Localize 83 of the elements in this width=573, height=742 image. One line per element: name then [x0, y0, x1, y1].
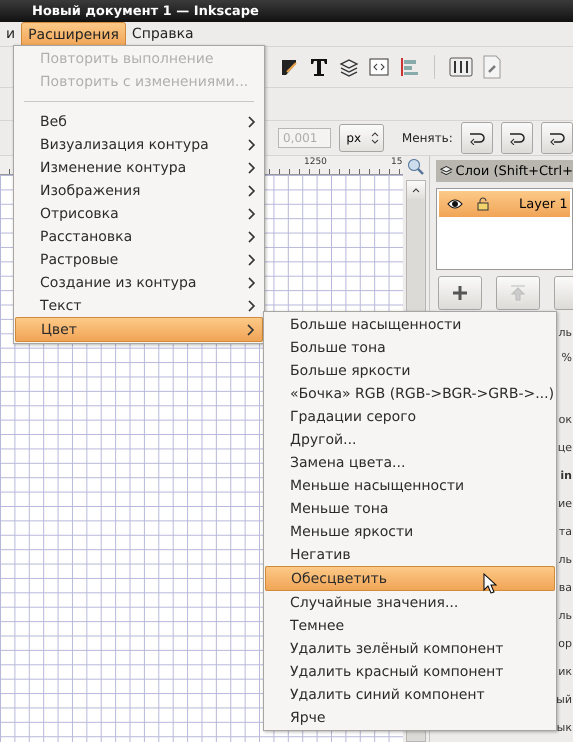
menu-item[interactable]: Градации серого: [265, 405, 555, 428]
menu-item[interactable]: Замена цвета...: [265, 451, 555, 474]
scale-toggle-button[interactable]: [540, 122, 573, 154]
submenu-item[interactable]: Отрисовка: [15, 202, 263, 225]
submenu-item[interactable]: Цвет: [15, 317, 263, 342]
panel-text-fragment: in: [560, 469, 572, 483]
panel-text-fragment: це: [558, 441, 572, 455]
scale-toggle-button[interactable]: [500, 122, 533, 154]
arrow-up-icon: [509, 284, 527, 302]
layer-name: Layer 1: [519, 196, 568, 212]
chevron-right-icon: [248, 162, 255, 174]
scale-arrow-icon: [508, 131, 526, 145]
panel-text-fragment: %: [562, 351, 572, 365]
add-layer-button[interactable]: [438, 276, 482, 310]
menu-item[interactable]: Удалить синий компонент: [265, 683, 555, 706]
panel-text-fragment: ык: [556, 721, 572, 735]
mouse-cursor-icon: [483, 573, 497, 594]
eye-icon[interactable]: [447, 199, 463, 209]
updown-icon: [371, 132, 380, 144]
scroll-up-button[interactable]: [407, 181, 425, 199]
ruler-label: 15: [390, 157, 402, 167]
submenu-item[interactable]: Веб: [15, 110, 263, 133]
menu-item[interactable]: Меньше тона: [265, 497, 555, 520]
text-tool-icon[interactable]: [308, 56, 330, 78]
menu-item[interactable]: Больше яркости: [265, 359, 555, 382]
panel-text-fragment: ва: [558, 581, 572, 595]
menu-item[interactable]: Случайные значения...: [265, 591, 555, 614]
panel-text-fragment: ик: [558, 665, 572, 679]
panel-text-fragment: ый: [556, 693, 572, 707]
panel-text-fragment: ок: [558, 413, 572, 427]
menu-item[interactable]: Меньше насыщенности: [265, 474, 555, 497]
menu-bar-item[interactable]: и: [0, 22, 22, 46]
align-icon[interactable]: [398, 56, 420, 78]
submenu-item[interactable]: Создание из контура: [15, 271, 263, 294]
plus-icon: [452, 285, 468, 301]
menu-item[interactable]: Удалить красный компонент: [265, 660, 555, 683]
menu-item[interactable]: «Бочка» RGB (RGB->BGR->GRB->...): [265, 382, 555, 405]
layer-row[interactable]: Layer 1: [439, 191, 570, 217]
menu-item[interactable]: Другой...: [265, 428, 555, 451]
panel-text-fragment: ль: [558, 326, 572, 340]
ruler-label: 1250: [303, 157, 327, 167]
menu-item[interactable]: Темнее: [265, 614, 555, 637]
caret-up-icon: [412, 188, 420, 192]
panel-text-fragment: ор: [558, 637, 572, 651]
chevron-right-icon: [248, 276, 255, 288]
chevron-right-icon: [247, 324, 254, 336]
zoom-icon[interactable]: [407, 158, 425, 176]
panel-text-fragment: ль: [558, 609, 572, 623]
submenu-item[interactable]: Растровые: [15, 248, 263, 271]
unit-dropdown[interactable]: px: [339, 124, 384, 152]
lock-icon[interactable]: [477, 197, 489, 211]
submenu-item[interactable]: Визуализация контура: [15, 133, 263, 156]
chevron-right-icon: [248, 184, 255, 196]
layers-icon: [440, 165, 453, 177]
menu-item[interactable]: Негатив: [265, 543, 555, 566]
panel-text-fragment: та: [558, 525, 572, 539]
chevron-right-icon: [248, 230, 255, 242]
chevron-right-icon: [248, 208, 255, 220]
menu-item[interactable]: Больше тона: [265, 336, 555, 359]
menu-item[interactable]: Удалить зелёный компонент: [265, 637, 555, 660]
menu-item[interactable]: Больше насыщенности: [265, 313, 555, 336]
chevron-right-icon: [248, 254, 255, 266]
scale-arrow-icon: [548, 131, 566, 145]
window-title: Новый документ 1 — Inkscape: [0, 0, 573, 22]
menu-bar-item[interactable]: Справка: [126, 22, 200, 46]
submenu-item[interactable]: Изменение контура: [15, 156, 263, 179]
menu-item[interactable]: Обесцветить: [265, 566, 555, 591]
xml-editor-icon[interactable]: [368, 56, 390, 78]
submenu-item[interactable]: Расстановка: [15, 225, 263, 248]
chevron-right-icon: [248, 138, 255, 150]
panel-title-text: Слои (Shift+Ctrl+: [456, 164, 573, 178]
chevron-right-icon: [248, 116, 255, 128]
menu-item[interactable]: Ярче: [265, 706, 555, 729]
submenu-item[interactable]: Текст: [15, 294, 263, 317]
panel-text-fragment: ие: [558, 497, 572, 511]
submenu-item[interactable]: Изображения: [15, 179, 263, 202]
scale-toggle-button[interactable]: [460, 122, 493, 154]
panel-text-fragment: ль: [558, 553, 572, 567]
menu-bar-item[interactable]: Расширения: [21, 22, 126, 46]
chevron-right-icon: [248, 300, 255, 312]
scale-label: Менять:: [402, 131, 453, 145]
scale-arrow-icon: [468, 131, 486, 145]
menu-item[interactable]: Меньше яркости: [265, 520, 555, 543]
